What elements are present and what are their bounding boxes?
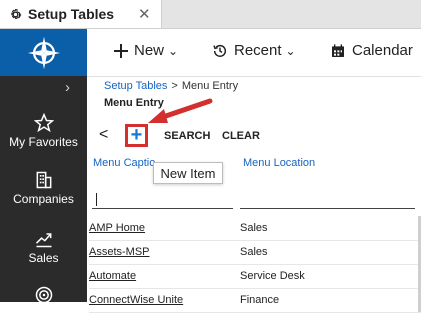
back-button[interactable]: < bbox=[99, 126, 108, 144]
sidebar-item-target[interactable] bbox=[0, 285, 87, 307]
sidebar-item-sales[interactable]: Sales bbox=[0, 229, 87, 265]
text-cursor bbox=[96, 193, 97, 206]
breadcrumb-setup-tables[interactable]: Setup Tables bbox=[104, 80, 167, 92]
chart-icon bbox=[35, 233, 51, 248]
caption-filter-input[interactable] bbox=[92, 192, 233, 209]
recent-menu-button[interactable]: Recent ⌄ bbox=[212, 42, 296, 59]
calendar-label: Calendar bbox=[352, 42, 413, 59]
close-icon[interactable]: ✕ bbox=[138, 5, 151, 23]
row-caption-link[interactable]: ConnectWise Unite bbox=[89, 294, 183, 306]
app-logo[interactable] bbox=[0, 29, 87, 76]
sidebar: › My Favorites Companies Sales bbox=[0, 29, 87, 304]
row-location: Finance bbox=[240, 294, 280, 306]
breadcrumb-separator: > bbox=[171, 80, 178, 92]
expand-sidebar-button[interactable]: › bbox=[65, 79, 70, 96]
table-row[interactable]: Automate Service Desk bbox=[89, 264, 421, 289]
row-caption-link[interactable]: Automate bbox=[89, 270, 136, 282]
table-row[interactable]: Assets-MSP Sales bbox=[89, 240, 421, 265]
column-header-menu-location[interactable]: Menu Location bbox=[243, 157, 315, 169]
chevron-down-icon: ⌄ bbox=[285, 43, 296, 58]
plus-icon: + bbox=[130, 124, 143, 146]
menu-entry-grid: Menu Captio Menu Location AMP Home Sales… bbox=[87, 150, 421, 313]
chevron-down-icon: ⌄ bbox=[168, 43, 179, 58]
tab-setup-tables[interactable]: Setup Tables ✕ bbox=[0, 0, 162, 28]
search-button[interactable]: SEARCH bbox=[164, 130, 210, 142]
breadcrumb-current: Menu Entry bbox=[181, 80, 239, 92]
plus-icon bbox=[114, 43, 128, 58]
calendar-button[interactable]: Calendar bbox=[330, 42, 413, 59]
new-item-tooltip: New Item bbox=[153, 162, 223, 184]
row-location: Sales bbox=[240, 222, 268, 234]
new-menu-button[interactable]: New ⌄ bbox=[114, 42, 178, 59]
recent-label: Recent bbox=[234, 42, 282, 59]
new-label: New bbox=[134, 42, 165, 59]
sidebar-item-label: Sales bbox=[28, 251, 59, 265]
star-icon bbox=[33, 113, 54, 133]
row-caption-link[interactable]: AMP Home bbox=[89, 222, 145, 234]
building-icon bbox=[36, 171, 51, 189]
tab-title: Setup Tables bbox=[28, 6, 115, 22]
column-header-menu-caption[interactable]: Menu Captio bbox=[93, 157, 155, 169]
sidebar-item-companies[interactable]: Companies bbox=[0, 170, 87, 206]
table-row[interactable]: ConnectWise Unite Finance bbox=[89, 288, 421, 313]
row-caption-link[interactable]: Assets-MSP bbox=[89, 246, 150, 258]
sidebar-item-label: My Favorites bbox=[9, 135, 78, 149]
clear-button[interactable]: CLEAR bbox=[222, 130, 260, 142]
history-icon bbox=[213, 44, 227, 57]
location-filter-input[interactable] bbox=[240, 192, 415, 209]
browser-tab-bar: Setup Tables ✕ bbox=[0, 0, 421, 29]
calendar-icon bbox=[332, 43, 344, 57]
gear-icon bbox=[8, 7, 22, 21]
breadcrumb: Setup Tables > Menu Entry bbox=[104, 80, 238, 92]
row-location: Service Desk bbox=[240, 270, 305, 282]
top-toolbar: New ⌄ Recent ⌄ Calendar bbox=[87, 29, 421, 77]
row-location: Sales bbox=[240, 246, 268, 258]
sidebar-item-label: Companies bbox=[13, 192, 74, 206]
table-row[interactable]: AMP Home Sales bbox=[89, 216, 421, 241]
sidebar-item-my-favorites[interactable]: My Favorites bbox=[0, 113, 87, 149]
action-bar: < + SEARCH CLEAR bbox=[87, 122, 421, 150]
compass-logo-icon bbox=[27, 36, 60, 69]
target-icon bbox=[35, 286, 52, 304]
red-arrow-annotation bbox=[148, 98, 213, 123]
